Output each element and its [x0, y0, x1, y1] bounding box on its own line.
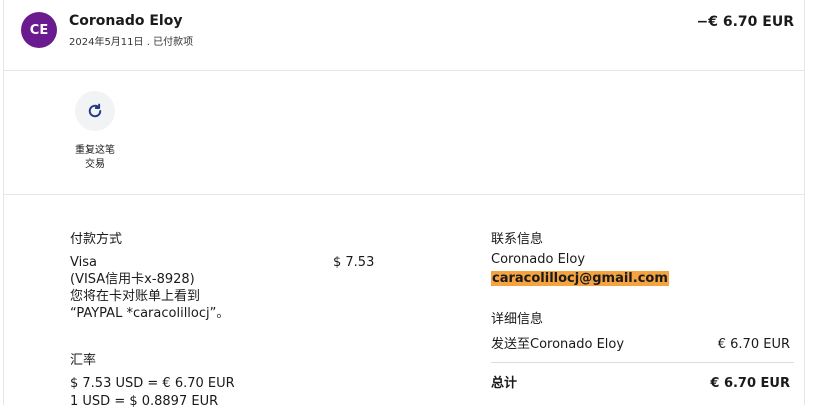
payment-amount: $ 7.53	[333, 255, 375, 270]
sent-to-amount: € 6.70 EUR	[717, 337, 790, 352]
divider	[4, 194, 804, 195]
refresh-icon	[88, 103, 102, 118]
divider	[4, 70, 804, 71]
transaction-amount: −€ 6.70 EUR	[696, 14, 794, 30]
total-amount: € 6.70 EUR	[710, 376, 790, 391]
contact-name: Coronado Eloy	[491, 252, 586, 267]
repeat-transaction-label[interactable]: 重复这笔 交易	[65, 144, 125, 172]
total-label: 总计	[491, 376, 518, 391]
payment-method-details: Visa (VISA信用卡x-8928) 您将在卡对账单上看到 “PAYPAL …	[70, 255, 230, 321]
details-divider	[491, 362, 794, 363]
merchant-name: Coronado Eloy	[69, 13, 183, 29]
exchange-rate-line1: $ 7.53 USD = € 6.70 EUR	[70, 376, 235, 391]
sent-to-label: 发送至Coronado Eloy	[491, 337, 625, 352]
repeat-transaction-button[interactable]	[75, 91, 115, 131]
exchange-rate-line2: 1 USD = $ 0.8897 EUR	[70, 394, 219, 409]
contact-info-title: 联系信息	[491, 232, 544, 247]
details-title: 详细信息	[491, 312, 544, 327]
payment-method-title: 付款方式	[70, 232, 123, 247]
avatar: CE	[21, 12, 57, 48]
exchange-rate-title: 汇率	[70, 353, 97, 368]
transaction-card: CE Coronado Eloy 2024年5月11日 . 已付款项 −€ 6.…	[3, 0, 805, 409]
contact-email[interactable]: caracolillocj@gmail.com	[491, 270, 669, 287]
email-link[interactable]: caracolillocj@gmail.com	[491, 271, 669, 286]
transaction-date-status: 2024年5月11日 . 已付款项	[69, 37, 194, 48]
